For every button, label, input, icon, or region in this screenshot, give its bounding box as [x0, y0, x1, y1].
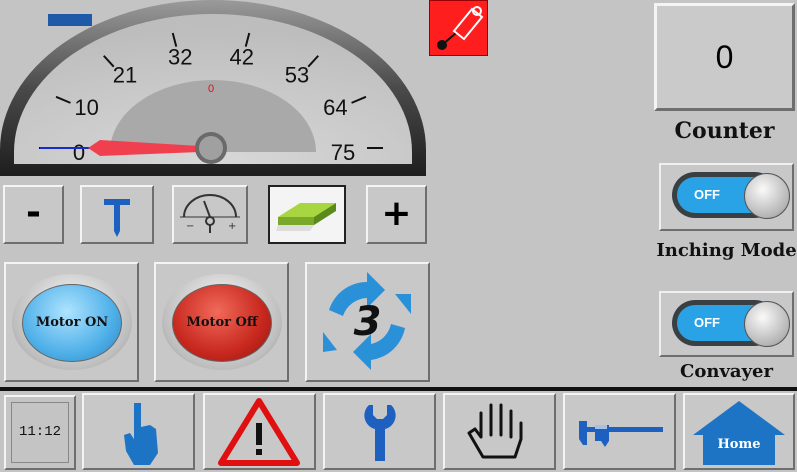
gauge-tick-label: 42: [229, 44, 253, 69]
minus-label: -: [26, 192, 41, 233]
gauge-meter-icon: − +: [180, 194, 240, 233]
gauge-tick-label: 32: [168, 44, 192, 69]
manual-mode-button[interactable]: [443, 393, 556, 470]
alarm-probe-icon: [437, 6, 484, 50]
svg-text:−: −: [186, 221, 194, 232]
caliper-icon: [579, 421, 663, 447]
motor-off-label: Motor Off: [186, 315, 258, 330]
motor-on-button[interactable]: Motor ON: [4, 262, 139, 382]
bottom-separator: [0, 387, 797, 391]
gauge-hub-cap: [199, 136, 223, 160]
counter-label: Counter: [674, 118, 775, 144]
plus-button[interactable]: +: [366, 185, 427, 244]
measurement-button[interactable]: [563, 393, 676, 470]
gauge-tick-label: 53: [285, 63, 309, 88]
cycle-button[interactable]: 3: [305, 262, 430, 382]
home-icon: [693, 401, 785, 465]
gauge-tick-label: 75: [331, 140, 355, 165]
maintenance-button[interactable]: [323, 393, 436, 470]
warning-icon: [218, 398, 300, 466]
gauge-tick-label: 64: [323, 95, 347, 120]
clock-frame: 11:12: [11, 402, 69, 463]
svg-text:+: +: [228, 221, 236, 232]
tool-t-button[interactable]: [80, 185, 154, 244]
t-tool-icon: [104, 199, 130, 237]
pointing-hand-icon: [124, 403, 158, 465]
motor-off-button[interactable]: Motor Off: [154, 262, 289, 382]
alarm-button[interactable]: [429, 0, 488, 56]
conveyor-label: Convayer: [680, 361, 773, 382]
eraser-button[interactable]: [268, 185, 346, 244]
motor-off-bezel: Motor Off: [162, 274, 282, 370]
cycle-count: 3: [353, 299, 382, 345]
inching-mode-label: Inching Mode: [656, 240, 797, 261]
gauge-tick-label: 10: [74, 95, 98, 120]
toggle-knob: [744, 173, 790, 219]
alarms-button[interactable]: [203, 393, 316, 470]
motor-on-label: Motor ON: [35, 315, 109, 330]
gauge-tick-label: 0: [73, 140, 85, 165]
inching-toggle-state: OFF: [694, 187, 720, 202]
eraser-icon: [276, 203, 336, 231]
motor-on-bezel: Motor ON: [12, 274, 132, 370]
clock-time: 11:12: [18, 424, 61, 440]
speed-gauge: 0 10 21 32 42 53 64 75 0: [0, 0, 430, 180]
background-fragment: [48, 14, 92, 26]
conveyor-toggle[interactable]: OFF: [659, 291, 794, 357]
home-label: Home: [717, 437, 761, 452]
toggle-knob: [744, 301, 790, 347]
gauge-settings-button[interactable]: − +: [172, 185, 248, 244]
clock-display: 11:12: [4, 395, 76, 470]
inching-mode-toggle[interactable]: OFF: [659, 163, 794, 231]
motor-on-lamp: Motor ON: [22, 284, 122, 362]
motor-off-lamp: Motor Off: [172, 284, 272, 362]
wrench-icon: [364, 405, 396, 461]
home-button[interactable]: Home: [683, 393, 795, 470]
manual-touch-button[interactable]: [82, 393, 195, 470]
counter-display: 0: [654, 3, 795, 111]
gauge-tick-label: 21: [113, 63, 137, 88]
gauge-value-readout: 0: [208, 83, 214, 95]
conveyor-toggle-state: OFF: [694, 315, 720, 330]
hand-stop-icon: [467, 403, 523, 459]
counter-value: 0: [715, 39, 734, 75]
plus-label: +: [381, 193, 412, 234]
gauge-svg: 0 10 21 32 42 53 64 75 0: [0, 0, 426, 176]
minus-button[interactable]: -: [3, 185, 64, 244]
